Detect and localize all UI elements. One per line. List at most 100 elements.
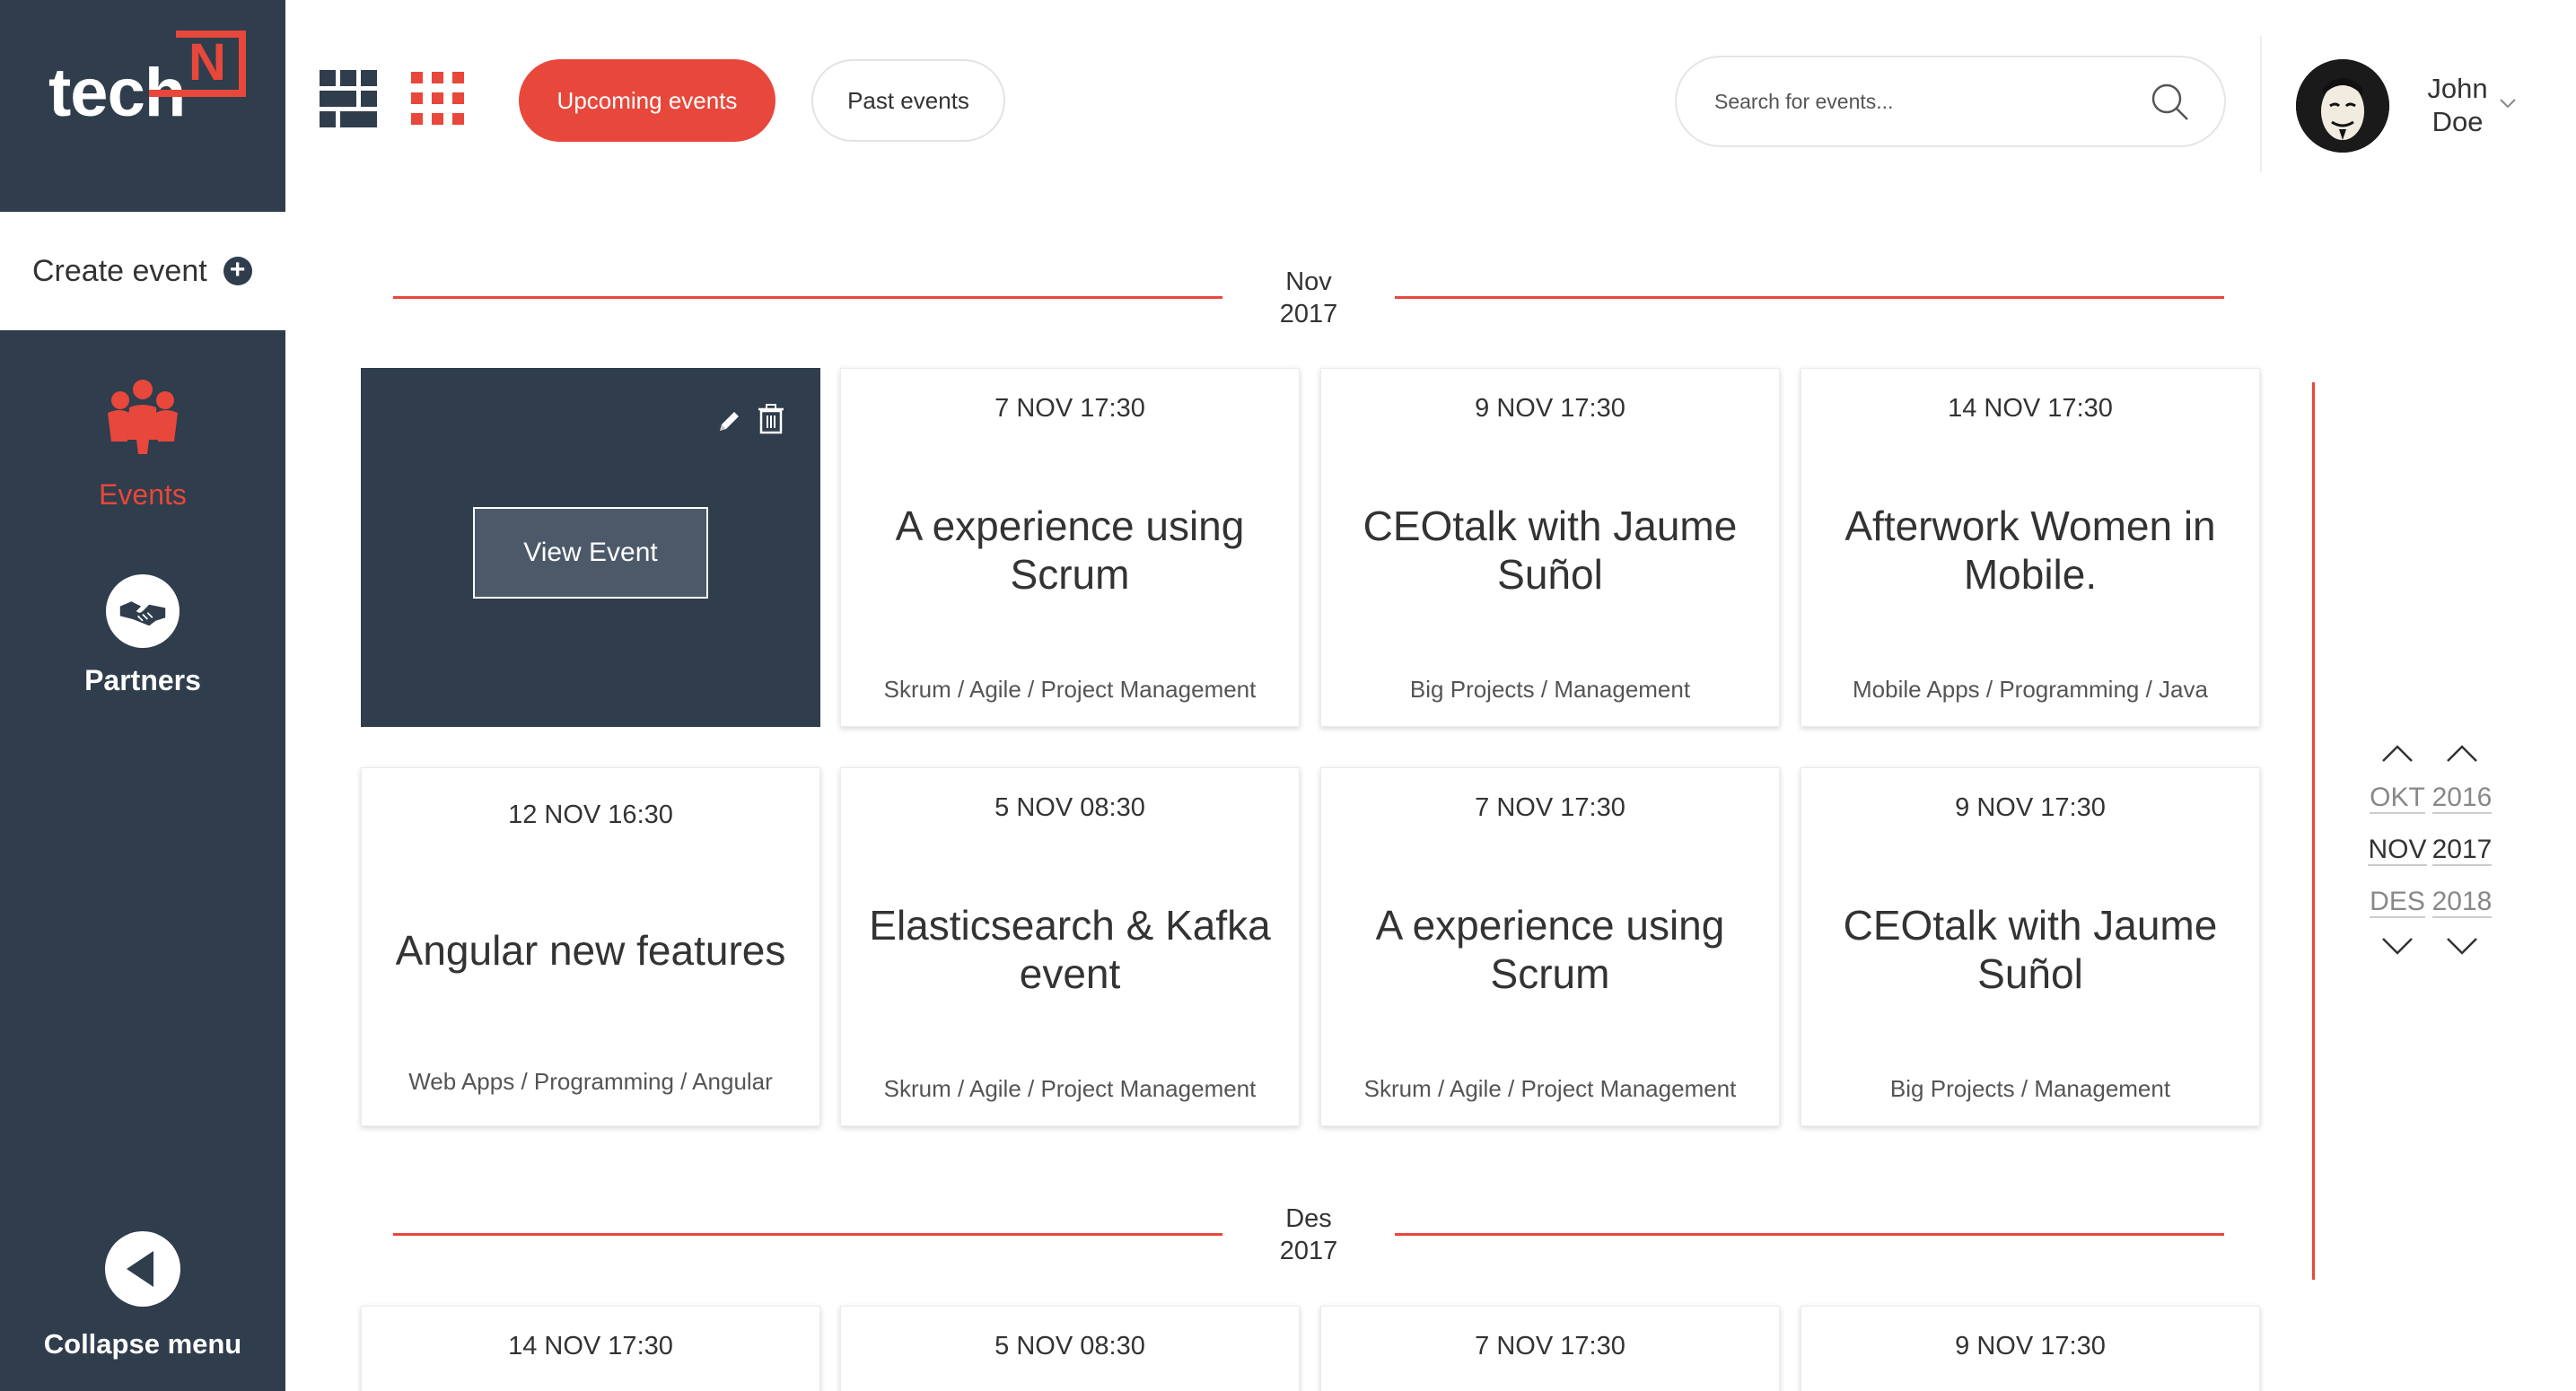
month-divider-nov: Nov 2017 xyxy=(391,266,2226,341)
event-date: 5 NOV 08:30 xyxy=(994,1332,1145,1360)
month-year: 2017 xyxy=(1279,300,1338,328)
timeline-year-label: 2017 xyxy=(2431,835,2493,866)
event-title: Elasticsearch & Kafka event xyxy=(869,902,1271,997)
timeline-year-label: 2016 xyxy=(2431,783,2493,814)
logo-area: tech N xyxy=(0,0,285,212)
timeline-month-label: DES xyxy=(2370,887,2425,918)
event-date: 7 NOV 17:30 xyxy=(994,394,1145,423)
logo-mark: N xyxy=(149,31,246,97)
event-tags: Big Projects / Management xyxy=(1409,676,1691,703)
timeline-month-label: OKT xyxy=(2370,783,2425,814)
search-input[interactable] xyxy=(1714,89,2127,114)
tab-past-events[interactable]: Past events xyxy=(811,59,1005,142)
event-tags: Mobile Apps / Programming / Java xyxy=(1853,676,2208,703)
month-name: Des xyxy=(1285,1204,1332,1233)
divider-line xyxy=(393,296,1222,299)
event-date: 7 NOV 17:30 xyxy=(1475,793,1625,822)
timeline-months: OKT NOV DES xyxy=(2366,736,2429,964)
event-card[interactable]: 14 NOV 17:30 Afterwork Women in Mobile. … xyxy=(1801,368,2260,727)
sidebar-item-partners[interactable]: Partners xyxy=(0,574,285,697)
sidebar: tech N Create event + Events Partners Co… xyxy=(0,0,285,1391)
event-card[interactable]: 7 NOV 17:30 A experience using Scrum Skr… xyxy=(1320,767,1780,1126)
calendar-view-icon[interactable] xyxy=(409,70,467,127)
timeline-month-okt[interactable]: OKT xyxy=(2366,772,2429,824)
event-title: A experience using Scrum xyxy=(895,503,1245,598)
event-date: 14 NOV 17:30 xyxy=(1948,394,2113,423)
user-menu[interactable]: John Doe xyxy=(2414,72,2501,138)
avatar[interactable] xyxy=(2296,59,2389,153)
timeline-month-des[interactable]: DES xyxy=(2366,876,2429,928)
timeline-year-2016[interactable]: 2016 xyxy=(2431,772,2493,824)
logo-mark-letter: N xyxy=(188,33,226,92)
event-card[interactable]: 7 NOV 17:30 xyxy=(1320,1306,1780,1391)
month-name: Nov xyxy=(1285,267,1332,296)
search-icon[interactable] xyxy=(2151,83,2190,122)
chevron-up-icon[interactable] xyxy=(2379,736,2415,772)
event-card[interactable]: 9 NOV 17:30 CEOtalk with Jaume Suñol Big… xyxy=(1801,767,2260,1126)
event-card[interactable]: 14 NOV 17:30 xyxy=(361,1306,820,1391)
chevron-down-icon[interactable] xyxy=(2499,97,2517,109)
chevron-down-icon[interactable] xyxy=(2379,928,2415,964)
event-date: 9 NOV 17:30 xyxy=(1955,793,2106,822)
sidebar-item-label: Events xyxy=(99,478,187,511)
event-tags: Web Apps / Programming / Angular xyxy=(408,1068,773,1095)
user-last-name: Doe xyxy=(2431,106,2484,137)
sidebar-item-label: Partners xyxy=(84,664,201,696)
event-date: 5 NOV 08:30 xyxy=(994,793,1145,822)
event-title: A experience using Scrum xyxy=(1375,902,1725,997)
search-bar xyxy=(1675,56,2226,147)
event-title: CEOtalk with Jaume Suñol xyxy=(1843,902,2218,997)
create-event-label: Create event xyxy=(32,253,207,288)
people-icon xyxy=(108,380,178,454)
event-tags: Skrum / Agile / Project Management xyxy=(883,676,1257,703)
collapse-menu-button[interactable]: Collapse menu xyxy=(0,1231,285,1360)
event-title: Angular new features xyxy=(395,927,786,974)
logo[interactable]: tech N xyxy=(48,31,255,131)
timeline-year-label: 2018 xyxy=(2431,887,2493,918)
arrow-left-icon xyxy=(105,1231,180,1307)
trash-icon[interactable] xyxy=(758,404,784,434)
event-tags: Skrum / Agile / Project Management xyxy=(883,1075,1257,1102)
pencil-icon[interactable] xyxy=(716,407,743,434)
handshake-icon xyxy=(106,574,180,648)
month-year: 2017 xyxy=(1279,1237,1338,1265)
event-tags: Skrum / Agile / Project Management xyxy=(1363,1075,1737,1102)
month-divider-des: Des 2017 xyxy=(391,1203,2226,1278)
event-date: 7 NOV 17:30 xyxy=(1475,1332,1625,1360)
event-card[interactable]: 5 NOV 08:30 Elasticsearch & Kafka event … xyxy=(840,767,1300,1126)
collapse-menu-label: Collapse menu xyxy=(43,1328,242,1360)
event-date: 9 NOV 17:30 xyxy=(1955,1332,2106,1360)
month-label: Des 2017 xyxy=(1222,1203,1395,1267)
sidebar-item-events[interactable]: Events xyxy=(0,377,285,512)
tab-upcoming-events[interactable]: Upcoming events xyxy=(519,59,775,142)
timeline-years: 2016 2017 2018 xyxy=(2431,736,2493,964)
month-label: Nov 2017 xyxy=(1222,266,1395,330)
create-event-button[interactable]: Create event + xyxy=(0,212,285,330)
chevron-down-icon[interactable] xyxy=(2444,928,2480,964)
event-date: 9 NOV 17:30 xyxy=(1475,394,1625,423)
event-card[interactable]: 7 NOV 17:30 A experience using Scrum Skr… xyxy=(840,368,1300,727)
header-divider xyxy=(2260,36,2262,172)
event-card[interactable]: 9 NOV 17:30 xyxy=(1801,1306,2260,1391)
user-first-name: John xyxy=(2427,73,2488,104)
divider-line xyxy=(393,1233,1222,1236)
event-card[interactable]: 5 NOV 08:30 xyxy=(840,1306,1300,1391)
timeline-month-label: NOV xyxy=(2368,835,2427,866)
grid-view-icon[interactable] xyxy=(320,70,377,127)
event-title: Afterwork Women in Mobile. xyxy=(1844,503,2216,598)
event-card-hovered[interactable]: View Event xyxy=(361,368,820,727)
event-tags: Big Projects / Management xyxy=(1889,1075,2171,1102)
timeline-month-nov[interactable]: NOV xyxy=(2366,824,2429,876)
chevron-up-icon[interactable] xyxy=(2444,736,2480,772)
timeline-year-2018[interactable]: 2018 xyxy=(2431,876,2493,928)
event-title: CEOtalk with Jaume Suñol xyxy=(1362,503,1738,598)
event-date: 12 NOV 16:30 xyxy=(508,800,673,829)
divider-line xyxy=(1395,296,2224,299)
event-date: 14 NOV 17:30 xyxy=(508,1332,673,1360)
event-card[interactable]: 12 NOV 16:30 Angular new features Web Ap… xyxy=(361,767,820,1126)
divider-line xyxy=(1395,1233,2224,1236)
timeline-line xyxy=(2312,382,2315,1280)
event-card[interactable]: 9 NOV 17:30 CEOtalk with Jaume Suñol Big… xyxy=(1320,368,1780,727)
view-event-button[interactable]: View Event xyxy=(473,507,708,599)
timeline-year-2017[interactable]: 2017 xyxy=(2431,824,2493,876)
